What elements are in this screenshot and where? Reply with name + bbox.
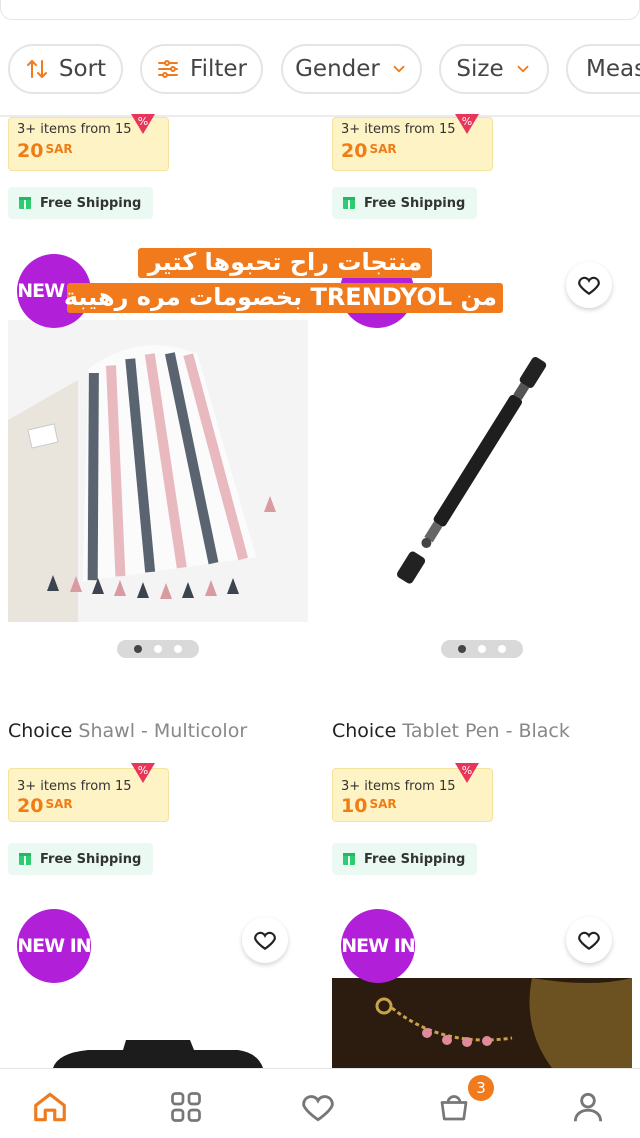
- product-title[interactable]: Choice Shawl - Multicolor: [8, 720, 247, 742]
- shipping-box-icon: [343, 853, 355, 865]
- shipping-box-icon: [19, 853, 31, 865]
- product-name: Tablet Pen - Black: [402, 720, 570, 742]
- promo-price: 10 SAR: [341, 795, 397, 817]
- nav-profile[interactable]: [568, 1087, 608, 1127]
- svg-text:%: %: [138, 115, 148, 128]
- free-shipping-tag: Free Shipping: [332, 187, 477, 219]
- bulk-promo-box: 3+ items from 15 20 SAR %: [8, 763, 169, 822]
- product-title[interactable]: Choice Tablet Pen - Black: [332, 720, 570, 742]
- product-image-shawl[interactable]: [8, 320, 308, 622]
- discount-icon: %: [455, 763, 479, 783]
- discount-icon: %: [131, 114, 155, 134]
- gender-dropdown[interactable]: Gender: [281, 44, 422, 94]
- heart-icon: [578, 931, 600, 950]
- filter-label: Filter: [190, 56, 247, 82]
- favorite-button[interactable]: [242, 917, 288, 963]
- promo-caption-line1: منتجات راح تحبوها كتير: [138, 248, 432, 278]
- promo-price: 20 SAR: [17, 795, 73, 817]
- gender-label: Gender: [295, 56, 380, 82]
- bulk-promo-box: 3+ items from 15 20 SAR %: [332, 114, 493, 171]
- promo-caption-line2: من TRENDYOL بخصومات مره رهيبة: [64, 283, 503, 313]
- image-carousel-dots[interactable]: [117, 640, 199, 658]
- chevron-down-icon: [517, 65, 529, 73]
- new-in-badge: NEW IN: [17, 909, 92, 983]
- home-icon: [34, 1092, 66, 1122]
- categories-icon: [171, 1092, 201, 1122]
- size-label: Size: [456, 56, 504, 82]
- sort-button[interactable]: Sort: [8, 44, 123, 94]
- promo-price: 20 SAR: [341, 140, 397, 162]
- meas-label: Meas: [586, 56, 640, 82]
- sort-icon: [26, 60, 47, 78]
- heart-icon: [254, 931, 276, 950]
- size-dropdown[interactable]: Size: [439, 44, 549, 94]
- promo-text: 3+ items from 15: [341, 779, 456, 794]
- nav-categories[interactable]: [166, 1087, 206, 1127]
- product-image-pen[interactable]: [332, 320, 632, 622]
- filter-icon: [158, 60, 179, 78]
- promo-price: 20 SAR: [17, 140, 73, 162]
- search-bar[interactable]: [0, 0, 640, 20]
- favorites-icon: [302, 1095, 334, 1122]
- promo-text: 3+ items from 15: [341, 122, 456, 137]
- free-shipping-tag: Free Shipping: [8, 843, 153, 875]
- shipping-box-icon: [343, 197, 355, 209]
- profile-icon: [573, 1092, 603, 1122]
- free-shipping-tag: Free Shipping: [8, 187, 153, 219]
- svg-text:%: %: [138, 764, 148, 777]
- svg-text:%: %: [462, 764, 472, 777]
- svg-text:%: %: [462, 115, 472, 128]
- discount-icon: %: [131, 763, 155, 783]
- promo-text: 3+ items from 15: [17, 122, 132, 137]
- bulk-promo-box: 3+ items from 15 20 SAR %: [8, 114, 169, 171]
- nav-home[interactable]: [30, 1087, 70, 1127]
- bracelet-image: [332, 978, 632, 1068]
- heart-icon: [578, 276, 600, 295]
- scarf-image: [8, 320, 308, 622]
- discount-icon: %: [455, 114, 479, 134]
- cart-icon: [440, 1095, 468, 1121]
- free-shipping-tag: Free Shipping: [332, 843, 477, 875]
- chevron-down-icon: [393, 65, 405, 73]
- filter-chip-bar: Sort Filter Gender Size Meas: [0, 44, 640, 96]
- favorite-button[interactable]: [566, 917, 612, 963]
- product-name: Shawl - Multicolor: [78, 720, 248, 742]
- filter-button[interactable]: Filter: [140, 44, 263, 94]
- favorite-button[interactable]: [566, 262, 612, 308]
- nav-favorites[interactable]: [298, 1087, 338, 1127]
- image-carousel-dots[interactable]: [441, 640, 523, 658]
- stylus-image: [396, 357, 547, 584]
- product-brand: Choice: [8, 720, 73, 742]
- product-image-belt[interactable]: [8, 978, 308, 1068]
- bulk-promo-box: 3+ items from 15 10 SAR %: [332, 763, 493, 822]
- sort-label: Sort: [58, 56, 107, 82]
- shipping-box-icon: [19, 197, 31, 209]
- cart-count-badge: 3: [468, 1075, 494, 1101]
- product-brand: Choice: [332, 720, 397, 742]
- promo-text: 3+ items from 15: [17, 779, 132, 794]
- belt-image: [53, 1040, 263, 1068]
- measurement-dropdown[interactable]: Meas: [566, 44, 640, 94]
- bottom-navigation: [0, 1068, 640, 1138]
- new-in-badge: NEW IN: [341, 909, 416, 983]
- product-image-bracelet[interactable]: [332, 978, 632, 1068]
